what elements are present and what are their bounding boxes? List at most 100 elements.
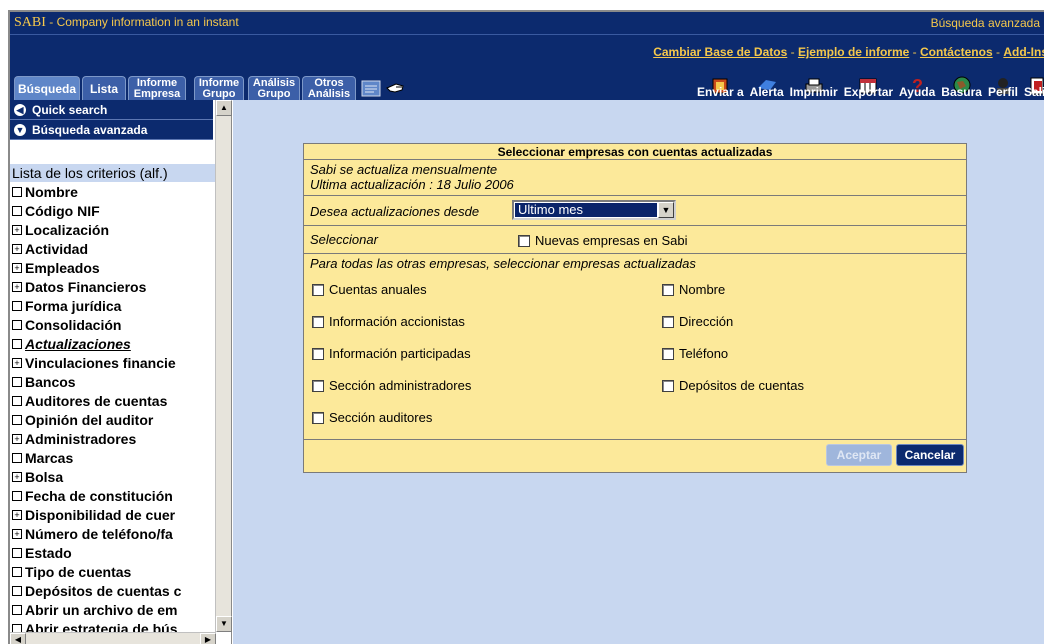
perfil-button[interactable]: Perfil [988, 78, 1018, 99]
expand-plus-icon[interactable]: + [12, 471, 22, 482]
criteria-item[interactable]: + Administradores [10, 429, 215, 448]
criteria-item[interactable]: Tipo de cuentas [10, 562, 215, 581]
criteria-checkbox[interactable] [12, 376, 22, 387]
criteria-item[interactable]: Actualizaciones [10, 334, 215, 353]
link-contactenos[interactable]: Contáctenos [920, 45, 993, 59]
expand-plus-icon[interactable]: + [12, 281, 22, 292]
update-checkbox[interactable]: Teléfono [662, 346, 728, 361]
notepad-icon[interactable] [360, 78, 382, 98]
scroll-down-arrow[interactable]: ▼ [216, 616, 232, 632]
tab-lista[interactable]: Lista [82, 76, 126, 100]
alerta-button[interactable]: Alerta [750, 80, 784, 99]
expand-plus-icon[interactable]: + [12, 509, 22, 520]
update-checkbox[interactable]: Sección administradores [312, 378, 471, 393]
criteria-checkbox[interactable] [12, 414, 22, 425]
checkbox-box[interactable] [518, 234, 530, 247]
expand-plus-icon[interactable]: + [12, 528, 22, 539]
criteria-item[interactable]: + Localización [10, 220, 215, 239]
criteria-item[interactable]: Nombre [10, 182, 215, 201]
criteria-item[interactable]: Depósitos de cuentas c [10, 581, 215, 600]
ayuda-button[interactable]: ? Ayuda [899, 76, 935, 99]
criteria-item[interactable]: Auditores de cuentas [10, 391, 215, 410]
criteria-vertical-scrollbar[interactable]: ▲ ▼ [215, 100, 232, 632]
update-checkbox[interactable]: Dirección [662, 314, 733, 329]
checkbox-box[interactable] [662, 347, 674, 360]
checkbox-box[interactable] [312, 315, 324, 328]
expand-plus-icon[interactable]: + [12, 357, 22, 368]
checkbox-box[interactable] [662, 283, 674, 296]
busqueda-avanzada-button[interactable]: ▼ Búsqueda avanzada [10, 120, 213, 140]
checkbox-box[interactable] [312, 347, 324, 360]
criteria-item[interactable]: Opinión del auditor [10, 410, 215, 429]
update-checkbox[interactable]: Información accionistas [312, 314, 465, 329]
criteria-item[interactable]: + Disponibilidad de cuer [10, 505, 215, 524]
criteria-item[interactable]: Consolidación [10, 315, 215, 334]
nuevas-empresas-checkbox[interactable]: Nuevas empresas en Sabi [518, 233, 687, 248]
checkbox-box[interactable] [312, 283, 324, 296]
update-checkbox[interactable]: Sección auditores [312, 410, 432, 425]
pointer-hand-icon[interactable] [384, 78, 406, 98]
criteria-checkbox[interactable] [12, 547, 22, 558]
desde-select[interactable]: Ultimo mes ▼ [512, 200, 676, 220]
basura-button[interactable]: Basura [941, 76, 982, 99]
link-cambiar-base[interactable]: Cambiar Base de Datos [653, 45, 787, 59]
criteria-item[interactable]: Forma jurídica [10, 296, 215, 315]
criteria-item[interactable]: Abrir un archivo de em [10, 600, 215, 619]
criteria-item[interactable]: Bancos [10, 372, 215, 391]
checkbox-box[interactable] [662, 379, 674, 392]
criteria-checkbox[interactable] [12, 186, 22, 197]
scroll-right-arrow[interactable]: ▶ [200, 633, 216, 644]
link-add-ins[interactable]: Add-Ins [1003, 45, 1044, 59]
update-checkbox[interactable]: Nombre [662, 282, 725, 297]
tab-informe-grupo[interactable]: Informe Grupo [194, 76, 244, 100]
criteria-checkbox[interactable] [12, 566, 22, 577]
tab-analisis-grupo[interactable]: Análisis Grupo [248, 76, 300, 100]
criteria-item[interactable]: Código NIF [10, 201, 215, 220]
criteria-item[interactable]: + Actividad [10, 239, 215, 258]
quick-search-button[interactable]: ◀ Quick search [10, 100, 213, 120]
exportar-button[interactable]: Exportar [844, 78, 893, 99]
criteria-checkbox[interactable] [12, 623, 22, 632]
criteria-checkbox[interactable] [12, 490, 22, 501]
tab-busqueda[interactable]: Búsqueda [14, 76, 80, 100]
criteria-item[interactable]: + Vinculaciones financie [10, 353, 215, 372]
criteria-item[interactable]: + Bolsa [10, 467, 215, 486]
update-checkbox[interactable]: Cuentas anuales [312, 282, 427, 297]
criteria-item[interactable]: + Datos Financieros [10, 277, 215, 296]
scroll-up-arrow[interactable]: ▲ [216, 100, 232, 116]
criteria-checkbox[interactable] [12, 395, 22, 406]
criteria-checkbox[interactable] [12, 604, 22, 615]
expand-plus-icon[interactable]: + [12, 433, 22, 444]
imprimir-button[interactable]: Imprimir [790, 78, 838, 99]
criteria-item[interactable]: Estado [10, 543, 215, 562]
criteria-item[interactable]: Abrir estrategia de bús [10, 619, 215, 632]
criteria-checkbox[interactable] [12, 319, 22, 330]
expand-plus-icon[interactable]: + [12, 262, 22, 273]
checkbox-box[interactable] [662, 315, 674, 328]
update-checkbox[interactable]: Depósitos de cuentas [662, 378, 804, 393]
criteria-item[interactable]: + Empleados [10, 258, 215, 277]
aceptar-button[interactable]: Aceptar [826, 444, 892, 466]
checkbox-box[interactable] [312, 411, 324, 424]
chevron-down-icon[interactable]: ▼ [658, 202, 674, 218]
cancelar-button[interactable]: Cancelar [896, 444, 964, 466]
scroll-left-arrow[interactable]: ◀ [10, 633, 26, 644]
criteria-checkbox[interactable] [12, 300, 22, 311]
expand-plus-icon[interactable]: + [12, 224, 22, 235]
criteria-item[interactable]: + Número de teléfono/fa [10, 524, 215, 543]
criteria-checkbox[interactable] [12, 585, 22, 596]
criteria-checkbox[interactable] [12, 338, 22, 349]
link-ejemplo-informe[interactable]: Ejemplo de informe [798, 45, 909, 59]
enviar-button[interactable]: Enviar a [697, 78, 744, 99]
tab-informe-empresa[interactable]: Informe Empresa [128, 76, 186, 100]
criteria-item[interactable]: Fecha de constitución [10, 486, 215, 505]
expand-plus-icon[interactable]: + [12, 243, 22, 254]
criteria-checkbox[interactable] [12, 452, 22, 463]
update-checkbox[interactable]: Información participadas [312, 346, 471, 361]
salir-button[interactable]: Salir [1024, 77, 1044, 99]
tab-otros-analisis[interactable]: Otros Análisis [302, 76, 356, 100]
criteria-horizontal-scrollbar[interactable]: ◀ ▶ [10, 632, 216, 644]
criteria-item[interactable]: Marcas [10, 448, 215, 467]
criteria-checkbox[interactable] [12, 205, 22, 216]
checkbox-box[interactable] [312, 379, 324, 392]
